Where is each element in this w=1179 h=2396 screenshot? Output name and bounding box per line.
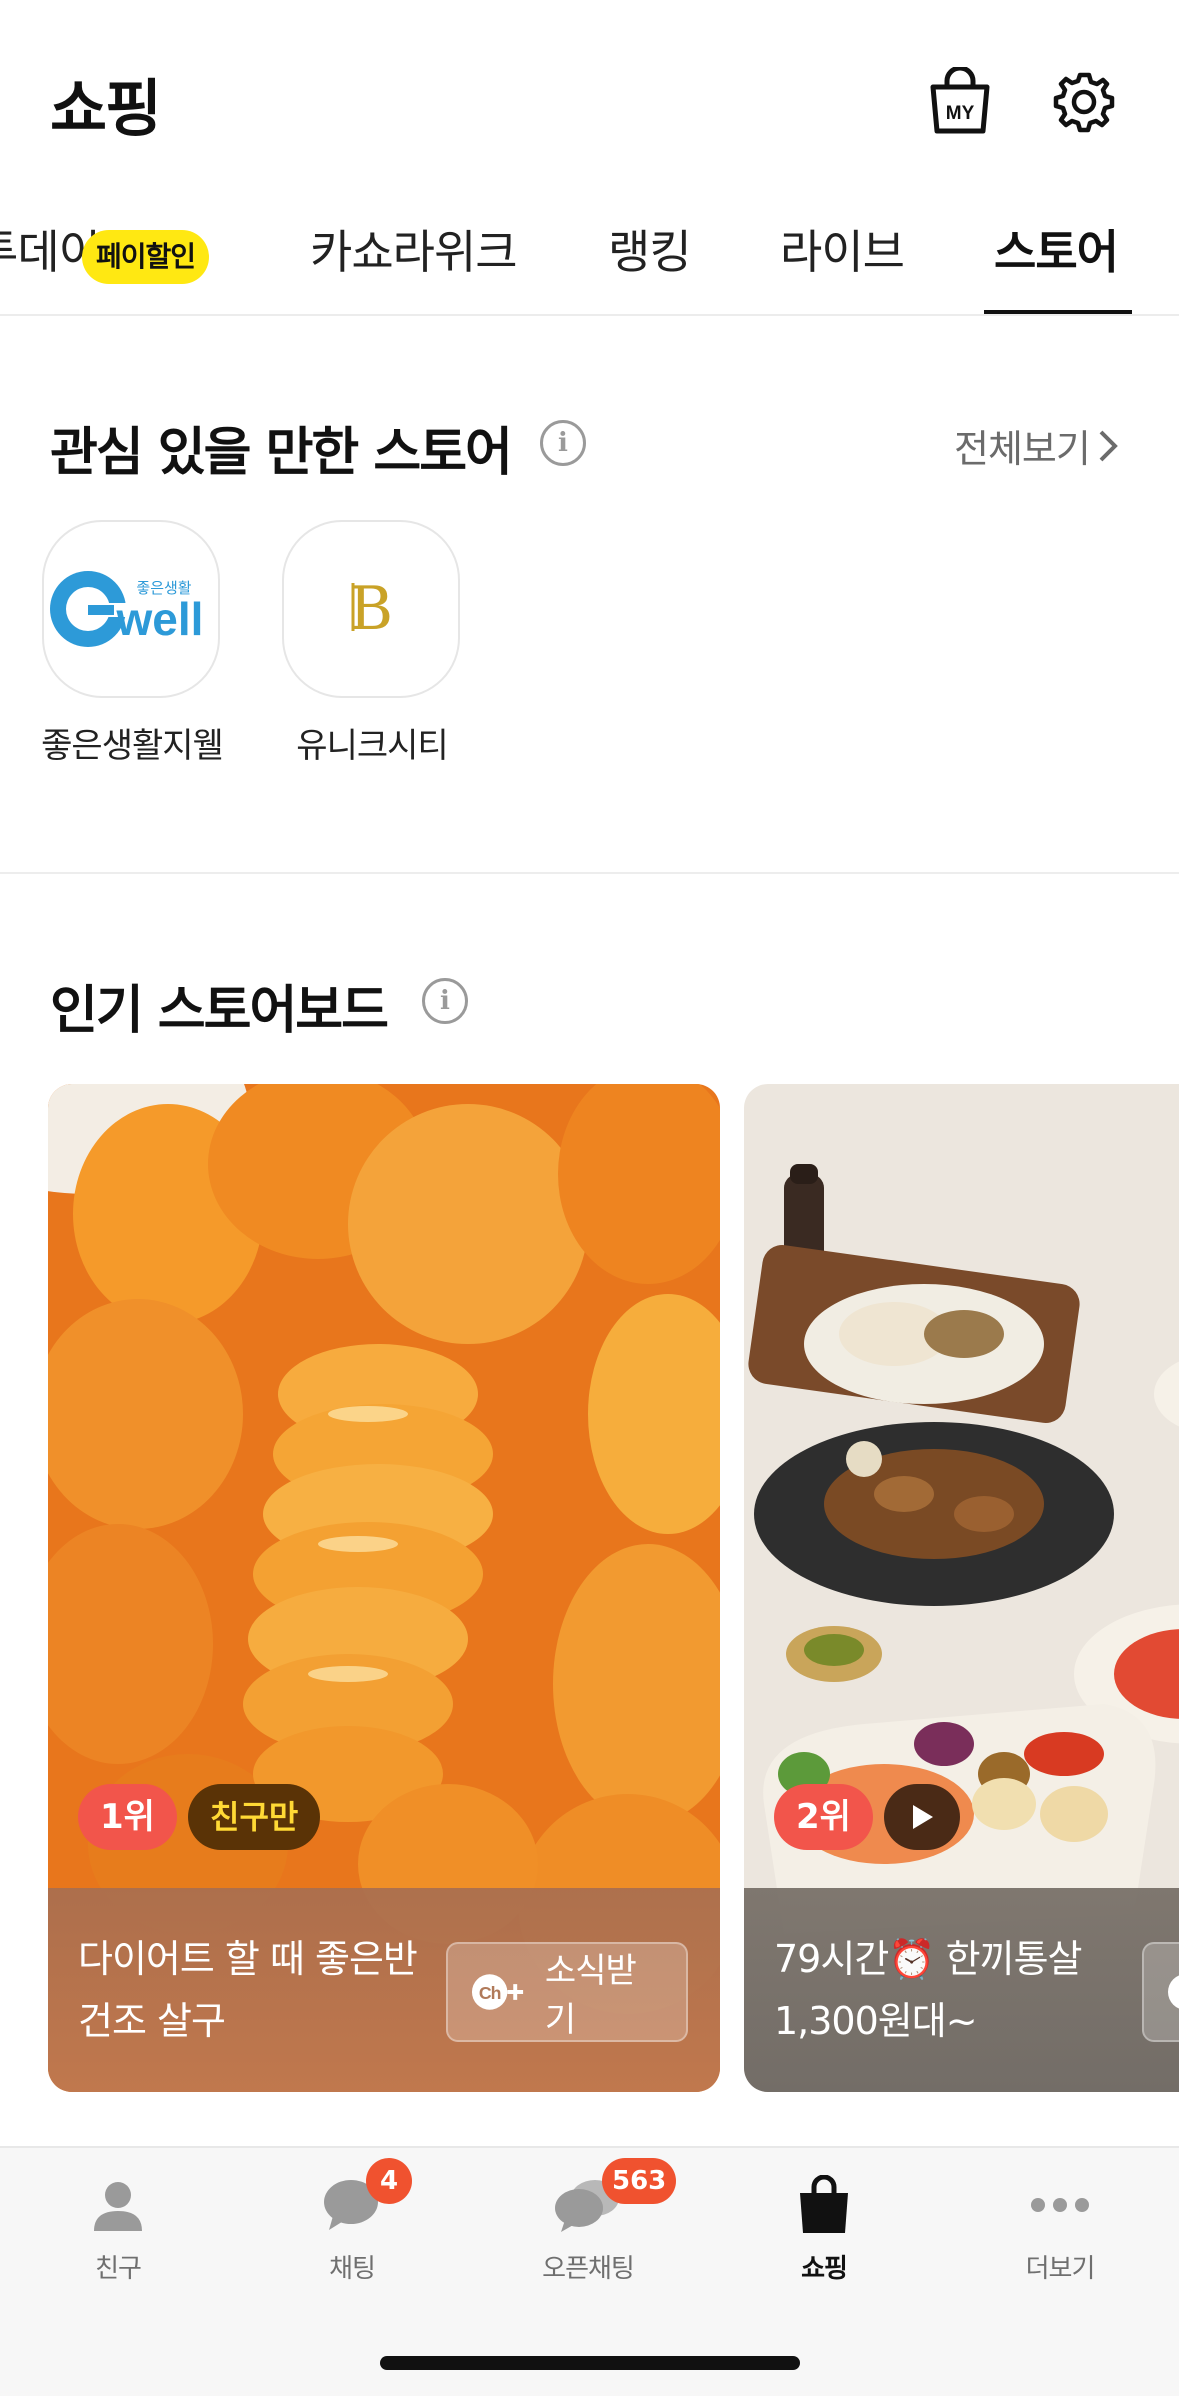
card-description: 79시간⏰ 한끼통살 1,300원대~	[774, 1928, 1083, 2052]
nav-friends[interactable]: 친구	[28, 2170, 208, 2285]
store-logo-unique-city: B	[282, 520, 460, 698]
svg-text:MY: MY	[946, 103, 975, 124]
nav-label: 더보기	[1025, 2254, 1096, 2284]
more-dots-icon	[1020, 2170, 1100, 2240]
nav-open-chat[interactable]: 563 오픈채팅	[498, 2158, 678, 2285]
tab-bar: 투데이 페이할인 카쇼라위크 랭킹 라이브 스토어	[0, 200, 1179, 316]
person-icon	[78, 2170, 158, 2240]
channel-add-icon	[1168, 1975, 1179, 2009]
rank-badge: 2위	[774, 1784, 873, 1850]
play-icon	[884, 1784, 960, 1850]
tab-kasyora-week[interactable]: 카쇼라위크	[310, 216, 518, 282]
store-item-gwell[interactable]: 좋은생활 well 좋은생활지웰	[41, 520, 224, 766]
storeboard-card-1[interactable]: 1위 친구만 다이어트 할 때 좋은반 건조 살구 Ch 소식받기	[48, 1084, 720, 2092]
card-caption: 다이어트 할 때 좋은반 건조 살구 Ch 소식받기	[48, 1888, 720, 2092]
store-name: 유니크시티	[296, 726, 448, 766]
tab-store[interactable]: 스토어	[994, 216, 1119, 282]
card-line-2: 1,300원대~	[774, 1999, 978, 2043]
rank-badge: 1위	[78, 1784, 177, 1850]
chevron-right-icon	[1099, 430, 1118, 461]
nav-label: 친구	[95, 2254, 142, 2284]
chat-icon: 4	[312, 2158, 412, 2240]
nav-shopping[interactable]: 쇼핑	[734, 2170, 914, 2285]
store-name: 좋은생활지웰	[41, 726, 224, 766]
channel-add-icon: Ch	[471, 1974, 524, 2010]
svg-text:B: B	[349, 574, 393, 644]
card-description: 다이어트 할 때 좋은반 건조 살구	[78, 1928, 418, 2052]
subscribe-label: 소식받기	[544, 1951, 637, 2040]
subscribe-button[interactable]: Ch 소식받기	[446, 1942, 688, 2042]
store-logo-gwell: 좋은생활 well	[42, 520, 220, 698]
card-caption: 79시간⏰ 한끼통살 1,300원대~	[744, 1888, 1179, 2092]
header: 쇼핑 MY	[0, 0, 1179, 200]
card-line-1: 79시간⏰ 한끼통살	[774, 1937, 1083, 1981]
svg-text:well: well	[116, 593, 204, 645]
storeboard-section-title: 인기 스토어보드	[50, 981, 389, 1041]
open-chat-icon: 563	[548, 2158, 677, 2240]
card-line-1: 다이어트 할 때 좋은반	[78, 1937, 418, 1981]
nav-label: 오픈채팅	[542, 2254, 635, 2284]
info-icon[interactable]: i	[422, 978, 468, 1024]
storeboard-card-2[interactable]: 2위 79시간⏰ 한끼통살 1,300원대~	[744, 1084, 1179, 2092]
nav-label: 쇼핑	[801, 2254, 848, 2284]
tab-ranking[interactable]: 랭킹	[608, 216, 692, 282]
stores-section-title: 관심 있을 만한 스토어	[50, 423, 513, 483]
my-shopping-bag-icon[interactable]: MY	[920, 62, 1000, 142]
unread-count-badge: 563	[602, 2158, 677, 2204]
home-indicator[interactable]	[380, 2356, 800, 2370]
view-all-label: 전체보기	[954, 427, 1091, 471]
tab-today[interactable]: 투데이 페이할인	[0, 216, 210, 284]
nav-label: 채팅	[329, 2254, 376, 2284]
nav-more[interactable]: 더보기	[970, 2170, 1150, 2285]
tab-live[interactable]: 라이브	[780, 216, 905, 282]
page-title: 쇼핑	[50, 72, 162, 145]
card-line-2: 건조 살구	[78, 1999, 226, 2043]
svg-text:Ch: Ch	[479, 1983, 501, 2003]
shopping-bag-icon	[784, 2170, 864, 2240]
store-item-unique-city[interactable]: B 유니크시티	[282, 520, 462, 766]
section-divider	[0, 872, 1179, 874]
subscribe-button[interactable]	[1142, 1942, 1179, 2042]
active-tab-indicator	[984, 310, 1132, 314]
info-icon[interactable]: i	[540, 420, 586, 466]
gear-icon[interactable]	[1044, 62, 1124, 142]
unread-count-badge: 4	[366, 2158, 412, 2204]
view-all-link[interactable]: 전체보기	[954, 418, 1120, 473]
nav-chats[interactable]: 4 채팅	[262, 2158, 442, 2285]
pay-discount-badge: 페이할인	[82, 230, 210, 284]
friends-only-badge: 친구만	[188, 1784, 321, 1850]
